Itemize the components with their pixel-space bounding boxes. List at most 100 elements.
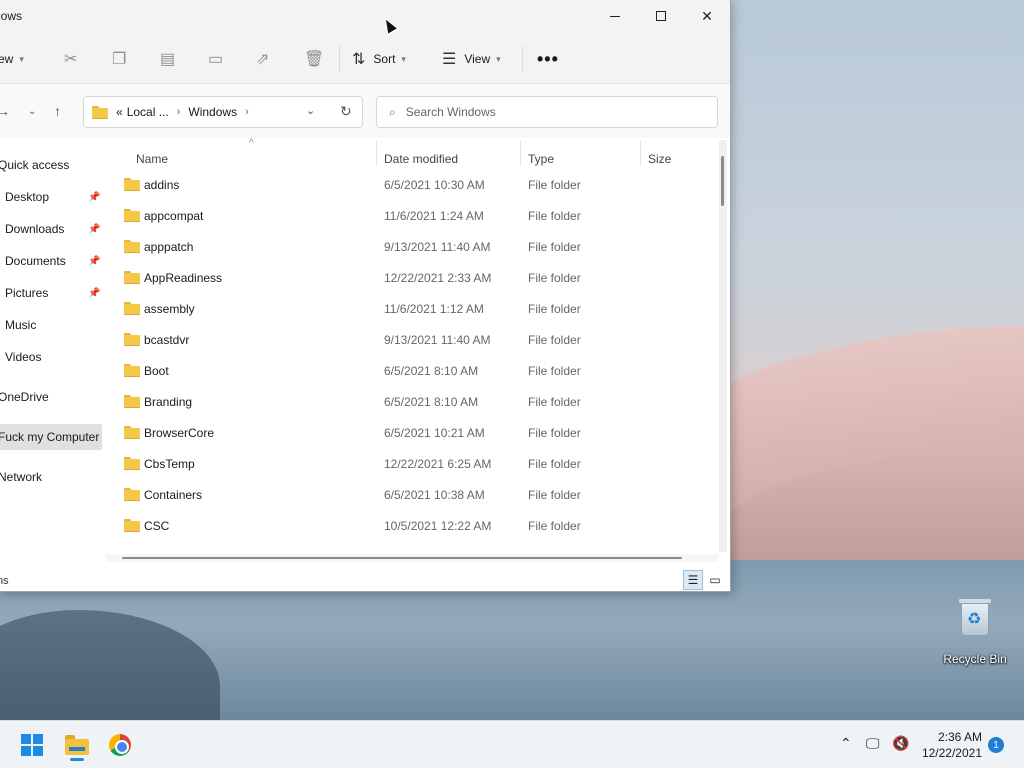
refresh-icon[interactable]: ↻: [340, 103, 352, 120]
clock[interactable]: 2:36 AM 12/22/2021: [920, 729, 982, 761]
file-name: Branding: [144, 395, 193, 409]
sidebar-item-videos[interactable]: Videos: [0, 344, 104, 370]
scrollbar-thumb[interactable]: [122, 557, 682, 559]
table-row[interactable]: CbsTemp 12/22/2021 6:25 AM File folder: [120, 448, 710, 478]
toolbar-divider: [339, 46, 340, 72]
file-date: 6/5/2021 10:38 AM: [384, 488, 485, 502]
table-row[interactable]: assembly 11/6/2021 1:12 AM File folder: [120, 293, 710, 323]
sidebar-item-label: Music: [5, 318, 37, 332]
forward-arrow-icon[interactable]: →: [0, 103, 10, 119]
table-row[interactable]: bcastdvr 9/13/2021 11:40 AM File folder: [120, 324, 710, 354]
minimize-button[interactable]: [592, 0, 638, 32]
table-row[interactable]: appcompat 11/6/2021 1:24 AM File folder: [120, 200, 710, 230]
sidebar-item-network[interactable]: Network: [0, 464, 104, 490]
rename-button[interactable]: ▭: [208, 46, 223, 72]
up-arrow-icon[interactable]: ↑: [54, 103, 61, 119]
table-row[interactable]: Containers 6/5/2021 10:38 AM File folder: [120, 479, 710, 509]
folder-icon: [124, 271, 140, 284]
table-row[interactable]: BrowserCore 6/5/2021 10:21 AM File folder: [120, 417, 710, 447]
navigation-bar: → ⌄ ↑ « Local ... › Windows › ⌄ ↻ ⌕ Sear…: [0, 84, 730, 138]
notification-badge[interactable]: 1: [988, 737, 1004, 753]
folder-icon: [124, 519, 140, 532]
file-type: File folder: [528, 178, 581, 192]
file-name: bcastdvr: [144, 333, 190, 347]
pin-icon: 📌: [88, 223, 101, 235]
breadcrumb-overflow[interactable]: «: [116, 105, 123, 119]
table-row[interactable]: AppReadiness 12/22/2021 2:33 AM File folde…: [120, 262, 710, 292]
address-dropdown-icon[interactable]: ⌄: [306, 104, 315, 117]
horizontal-scrollbar[interactable]: [106, 554, 718, 562]
file-type: File folder: [528, 426, 581, 440]
breadcrumb-chevron-icon[interactable]: ›: [177, 106, 181, 118]
more-options-button[interactable]: •••: [537, 46, 559, 72]
view-button[interactable]: ☰ View ▾: [442, 46, 501, 72]
sidebar-item-pictures[interactable]: Pictures 📌: [0, 280, 104, 306]
folder-icon: [124, 488, 140, 501]
cut-button[interactable]: ✂: [64, 46, 77, 72]
column-divider[interactable]: [376, 140, 377, 166]
details-view-button[interactable]: ☰: [683, 570, 703, 590]
taskbar: ⌃ 🖵 🔇 2:36 AM 12/22/2021 1: [0, 720, 1024, 768]
view-label: View: [464, 52, 491, 66]
column-header-name[interactable]: Name: [136, 152, 168, 166]
share-button[interactable]: ⇗: [256, 46, 269, 72]
delete-button[interactable]: 🗑: [304, 46, 324, 72]
copy-button[interactable]: ❐: [112, 46, 126, 72]
title-bar[interactable]: lows ✕: [0, 0, 730, 32]
sidebar-item-documents[interactable]: Documents 📌: [0, 248, 104, 274]
sort-button[interactable]: ⇅ Sort ▾: [352, 46, 406, 72]
sidebar-item-desktop[interactable]: Desktop 📌: [0, 184, 104, 210]
tiles-view-icon: ▭: [709, 573, 721, 587]
show-hidden-icons-chevron-icon[interactable]: ⌃: [840, 735, 852, 752]
folder-icon: [124, 209, 140, 222]
windows-logo-icon: [21, 734, 31, 744]
sidebar-item-music[interactable]: Music: [0, 312, 104, 338]
table-row[interactable]: addins 6/5/2021 10:30 AM File folder: [120, 169, 710, 199]
start-button[interactable]: [21, 734, 43, 756]
table-row[interactable]: apppatch 9/13/2021 11:40 AM File folder: [120, 231, 710, 261]
folder-icon: [124, 333, 140, 346]
tiles-view-button[interactable]: ▭: [705, 570, 725, 590]
sidebar-item-this-pc[interactable]: Fuck my Computer: [0, 424, 102, 450]
recycle-bin-shortcut[interactable]: ♻ Recycle Bin: [942, 596, 1008, 666]
close-button[interactable]: ✕: [684, 0, 730, 32]
sidebar-item-onedrive[interactable]: OneDrive: [0, 384, 104, 410]
file-date: 6/5/2021 8:10 AM: [384, 364, 479, 378]
scrollbar-thumb[interactable]: [721, 156, 724, 206]
volume-muted-icon[interactable]: 🔇: [892, 735, 909, 752]
new-button[interactable]: ew ▾: [0, 46, 24, 72]
column-header-type[interactable]: Type: [528, 152, 554, 166]
vertical-scrollbar[interactable]: [719, 140, 727, 552]
taskbar-chrome[interactable]: [102, 729, 138, 761]
chevron-down-icon: ▾: [401, 53, 406, 64]
file-name: AppReadiness: [144, 271, 223, 285]
column-divider[interactable]: [640, 140, 641, 166]
address-bar[interactable]: « Local ... › Windows › ⌄ ↻: [83, 96, 363, 128]
breadcrumb-chevron-icon[interactable]: ›: [245, 106, 249, 118]
file-type: File folder: [528, 457, 581, 471]
column-divider[interactable]: [520, 140, 521, 166]
folder-icon: [124, 302, 140, 315]
column-header-size[interactable]: Size: [648, 152, 671, 166]
network-icon[interactable]: 🖵: [866, 735, 880, 752]
table-row[interactable]: Boot 6/5/2021 8:10 AM File folder: [120, 355, 710, 385]
maximize-button[interactable]: [638, 0, 684, 32]
search-box[interactable]: ⌕ Search Windows: [376, 96, 718, 128]
folder-icon: [124, 364, 140, 377]
view-list-icon: ☰: [442, 51, 457, 68]
recent-locations-chevron-icon[interactable]: ⌄: [28, 106, 36, 117]
file-date: 12/22/2021 2:33 AM: [384, 271, 492, 285]
breadcrumb-windows[interactable]: Windows: [188, 105, 237, 119]
breadcrumb-local-disk[interactable]: Local ...: [127, 105, 169, 119]
taskbar-file-explorer[interactable]: [58, 729, 94, 761]
table-row[interactable]: Branding 6/5/2021 8:10 AM File folder: [120, 386, 710, 416]
column-header-date[interactable]: Date modified: [384, 152, 458, 166]
table-row[interactable]: CSC 10/5/2021 12:22 AM File folder: [120, 510, 710, 540]
sidebar-item-quick-access[interactable]: Quick access: [0, 152, 104, 178]
file-date: 6/5/2021 8:10 AM: [384, 395, 479, 409]
sidebar-item-downloads[interactable]: Downloads 📌: [0, 216, 104, 242]
paste-button[interactable]: ▤: [160, 46, 175, 72]
new-label: ew: [0, 52, 14, 66]
file-date: 11/6/2021 1:12 AM: [384, 302, 484, 316]
file-date: 11/6/2021 1:24 AM: [384, 209, 484, 223]
